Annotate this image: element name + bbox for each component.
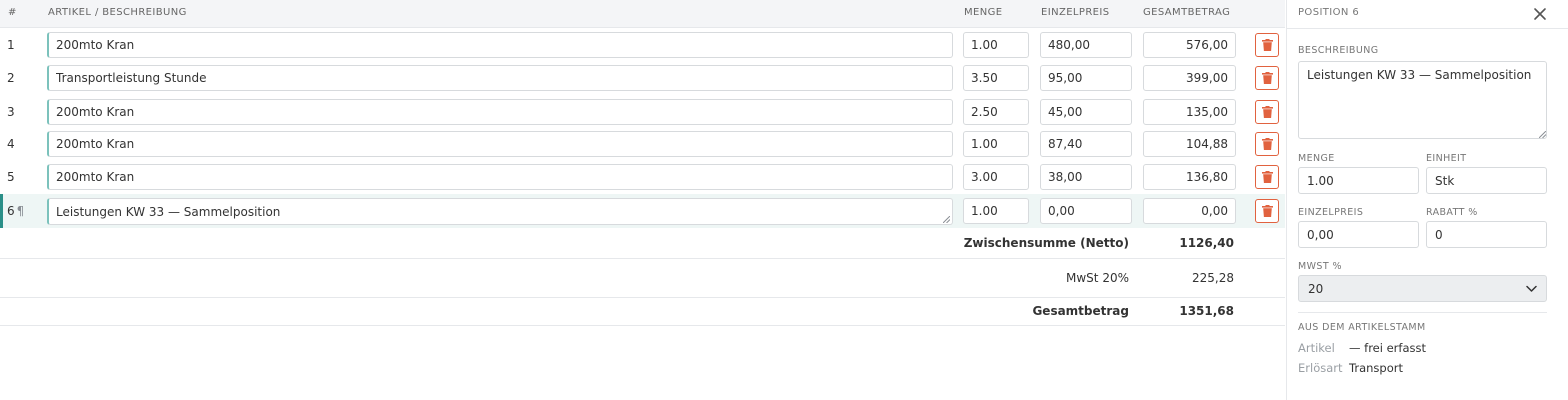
delete-row-button[interactable] <box>1255 199 1279 223</box>
trash-icon <box>1261 106 1273 118</box>
discount-label: RABATT % <box>1426 207 1478 218</box>
unit-price-label: EINZELPREIS <box>1298 207 1364 218</box>
master-divider <box>1298 312 1547 313</box>
total-input[interactable] <box>1143 32 1236 58</box>
selection-indicator <box>0 194 3 228</box>
quantity-input[interactable] <box>963 65 1029 91</box>
quantity-input[interactable] <box>963 198 1029 224</box>
grand-total-value: 1351,68 <box>1179 304 1234 318</box>
trash-icon <box>1261 72 1273 84</box>
article-value: — frei erfasst <box>1349 341 1426 355</box>
delete-row-button[interactable] <box>1255 132 1279 156</box>
quantity-input[interactable] <box>963 32 1029 58</box>
grand-total-row: Gesamtbetrag 1351,68 <box>0 298 1285 326</box>
grand-total-label: Gesamtbetrag <box>1032 304 1129 318</box>
unit-price-input[interactable] <box>1040 99 1132 125</box>
position-detail-panel: POSITION 6 BESCHREIBUNG Leistungen KW 33… <box>1286 0 1568 400</box>
panel-divider <box>1287 28 1568 29</box>
vat-select-label: MWST % <box>1298 261 1342 272</box>
discount-field[interactable] <box>1426 221 1547 248</box>
trash-icon <box>1261 39 1273 51</box>
row-number: 1 <box>7 38 15 52</box>
description-input[interactable] <box>47 99 953 125</box>
description-textarea[interactable]: Leistungen KW 33 — Sammelposition <box>1298 61 1547 139</box>
table-row[interactable]: 3 <box>0 95 1285 129</box>
unit-field[interactable] <box>1426 167 1547 194</box>
unit-price-input[interactable] <box>1040 65 1132 91</box>
description-input[interactable] <box>47 65 953 91</box>
row-number: 5 <box>7 170 15 184</box>
subtotal-row: Zwischensumme (Netto) 1126,40 <box>0 228 1285 259</box>
vat-select[interactable]: 20 <box>1298 275 1547 302</box>
close-icon <box>1534 8 1546 20</box>
quantity-input[interactable] <box>963 164 1029 190</box>
header-num: # <box>8 7 17 18</box>
description-label: BESCHREIBUNG <box>1298 45 1379 56</box>
delete-row-button[interactable] <box>1255 33 1279 57</box>
table-row[interactable]: 2 <box>0 61 1285 95</box>
resize-grip-icon[interactable] <box>943 216 950 223</box>
delete-row-button[interactable] <box>1255 66 1279 90</box>
row-number: 3 <box>7 105 15 119</box>
subtotal-value: 1126,40 <box>1179 236 1234 250</box>
unit-price-input[interactable] <box>1040 32 1132 58</box>
quantity-input[interactable] <box>963 131 1029 157</box>
table-row-selected[interactable]: 6 ¶ <box>0 194 1285 228</box>
article-key: Artikel <box>1298 341 1335 355</box>
quantity-input[interactable] <box>963 99 1029 125</box>
delete-row-button[interactable] <box>1255 100 1279 124</box>
table-row[interactable]: 4 <box>0 127 1285 161</box>
quantity-label: MENGE <box>1298 153 1335 164</box>
vat-select-value: 20 <box>1308 282 1324 296</box>
line-items-table: # ARTIKEL / BESCHREIBUNG MENGE EINZELPRE… <box>0 0 1285 400</box>
table-header: # ARTIKEL / BESCHREIBUNG MENGE EINZELPRE… <box>0 0 1285 28</box>
description-input[interactable] <box>47 164 953 190</box>
resize-grip-icon[interactable] <box>1539 131 1546 138</box>
header-unit-price: EINZELPREIS <box>1041 7 1110 18</box>
unit-price-input[interactable] <box>1040 164 1132 190</box>
row-number: 4 <box>7 137 15 151</box>
revenue-type-value: Transport <box>1349 361 1403 375</box>
chevron-down-icon <box>1526 285 1537 292</box>
subtotal-label: Zwischensumme (Netto) <box>963 236 1129 250</box>
unit-price-input[interactable] <box>1040 131 1132 157</box>
row-number: 2 <box>7 71 15 85</box>
revenue-type-key: Erlösart <box>1298 361 1343 375</box>
paragraph-icon: ¶ <box>16 204 25 218</box>
quantity-field[interactable] <box>1298 167 1419 194</box>
row-number-value: 6 <box>7 204 15 218</box>
description-input[interactable] <box>47 198 953 225</box>
master-title: AUS DEM ARTIKELSTAMM <box>1298 322 1426 333</box>
header-description: ARTIKEL / BESCHREIBUNG <box>48 7 187 18</box>
total-input[interactable] <box>1143 65 1236 91</box>
panel-title: POSITION 6 <box>1298 7 1360 18</box>
total-input[interactable] <box>1143 164 1236 190</box>
trash-icon <box>1261 171 1273 183</box>
total-input[interactable] <box>1143 131 1236 157</box>
header-quantity: MENGE <box>964 7 1003 18</box>
header-total: GESAMTBETRAG <box>1143 7 1231 18</box>
vat-label: MwSt 20% <box>1066 271 1129 285</box>
unit-label: EINHEIT <box>1426 153 1467 164</box>
vat-value: 225,28 <box>1192 271 1234 285</box>
trash-icon <box>1261 138 1273 150</box>
close-button[interactable] <box>1530 4 1550 24</box>
unit-price-input[interactable] <box>1040 198 1132 224</box>
table-row[interactable]: 5 <box>0 160 1285 194</box>
description-input[interactable] <box>47 131 953 157</box>
vat-row: MwSt 20% 225,28 <box>0 259 1285 298</box>
delete-row-button[interactable] <box>1255 165 1279 189</box>
total-input[interactable] <box>1143 198 1236 224</box>
row-number: 6 ¶ <box>7 204 24 218</box>
description-textarea-wrap <box>47 198 953 225</box>
total-input[interactable] <box>1143 99 1236 125</box>
table-row[interactable]: 1 <box>0 28 1285 62</box>
unit-price-field[interactable] <box>1298 221 1419 248</box>
description-input[interactable] <box>47 32 953 58</box>
trash-icon <box>1261 205 1273 217</box>
